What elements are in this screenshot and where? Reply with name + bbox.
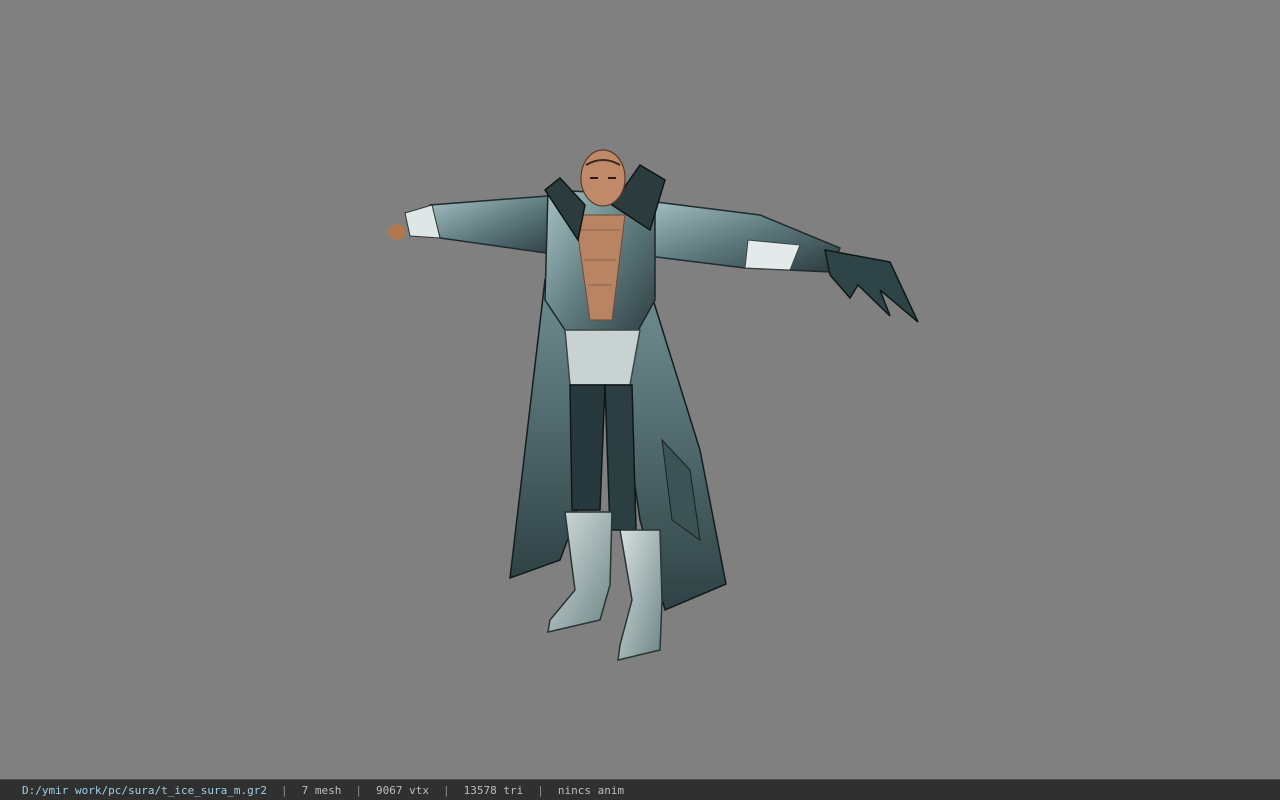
mesh-count: 7 mesh <box>301 783 342 797</box>
separator: | <box>443 783 450 797</box>
legs <box>569 384 637 531</box>
3d-viewport[interactable] <box>0 0 1280 779</box>
file-path: D:/ymir work/pc/sura/t_ice_sura_m.gr2 <box>22 783 268 797</box>
separator: | <box>537 783 544 797</box>
character-model[interactable] <box>0 0 1280 779</box>
right-arm <box>639 199 919 323</box>
animation-status: nincs anim <box>557 783 625 797</box>
separator: | <box>355 783 363 797</box>
vertex-count: 9067 vtx <box>376 783 430 797</box>
head <box>580 149 626 207</box>
left-arm <box>388 194 561 256</box>
separator: | <box>281 783 288 797</box>
triangle-count: 13578 tri <box>463 783 524 797</box>
status-bar: D:/ymir work/pc/sura/t_ice_sura_m.gr2 | … <box>0 779 1280 800</box>
